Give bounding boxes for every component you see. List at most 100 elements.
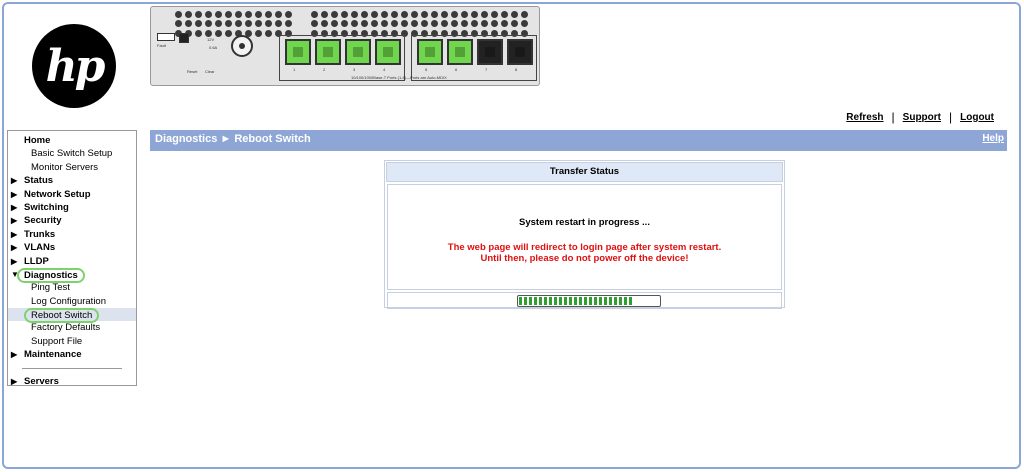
port-number-6: 6 [455, 67, 458, 72]
sidebar-item-servers[interactable]: ▶ Servers [8, 375, 136, 388]
vent-hole [265, 29, 272, 37]
help-link[interactable]: Help [982, 133, 1004, 144]
vent-hole [265, 20, 272, 28]
port-8 [507, 39, 533, 65]
vent-hole [195, 11, 202, 18]
sidebar-item-ping-test[interactable]: Ping Test [8, 281, 136, 294]
sidebar-item-support-file[interactable]: Support File [8, 335, 136, 348]
sidebar-divider [22, 367, 122, 369]
sidebar-item-factory-defaults[interactable]: Factory Defaults [8, 321, 136, 334]
port-1 [285, 39, 311, 65]
vent-hole [431, 11, 438, 18]
progress-segment [529, 297, 532, 305]
vent-hole [371, 20, 378, 28]
sidebar-item-basic-switch-setup[interactable]: Basic Switch Setup [8, 147, 136, 160]
vent-hole [501, 20, 508, 28]
vent-hole [275, 11, 282, 18]
sidebar-item-label: LLDP [24, 255, 49, 267]
sidebar-item-security[interactable]: ▶ Security [8, 214, 136, 227]
sidebar-item-home[interactable]: Home [8, 134, 136, 147]
vent-hole [411, 11, 418, 18]
vent-hole [205, 29, 212, 37]
vent-hole [441, 11, 448, 18]
caret-right-icon: ▶ [11, 350, 18, 360]
vent-hole [451, 20, 458, 28]
progress-segment [564, 297, 567, 305]
vent-hole [381, 20, 388, 28]
progress-segment [584, 297, 587, 305]
vent-hole [351, 11, 358, 18]
port-number-3: 3 [353, 67, 356, 72]
vent-hole [205, 20, 212, 28]
vent-hole [421, 20, 428, 28]
sidebar-item-label: Servers [24, 375, 59, 387]
sidebar-item-log-configuration[interactable]: Log Configuration [8, 295, 136, 308]
sidebar-item-label: Monitor Servers [31, 161, 99, 173]
port-4 [375, 39, 401, 65]
vent-hole [331, 20, 338, 28]
vent-hole [461, 11, 468, 18]
caret-right-icon: ▶ [11, 243, 18, 253]
port-note: 10/100/1000Base-T Ports (1-8)—Ports are … [351, 75, 447, 80]
sidebar-item-network-setup[interactable]: ▶ Network Setup [8, 188, 136, 201]
vent-hole [391, 11, 398, 18]
port-number-8: 8 [515, 67, 518, 72]
transfer-status-header: Transfer Status [386, 162, 783, 182]
progress-segment [574, 297, 577, 305]
vent-hole [511, 11, 518, 18]
vent-hole [361, 20, 368, 28]
port-7 [477, 39, 503, 65]
vent-hole [491, 11, 498, 18]
vent-hole [491, 20, 498, 28]
vent-hole [421, 11, 428, 18]
power-connector [231, 35, 253, 57]
caret-right-icon: ▶ [11, 189, 18, 199]
sidebar-item-diagnostics[interactable]: ▼ Diagnostics [8, 267, 136, 283]
sidebar-item-label: Log Configuration [31, 295, 106, 307]
sidebar-item-trunks[interactable]: ▶ Trunks [8, 228, 136, 241]
vent-hole [401, 11, 408, 18]
vent-hole [215, 20, 222, 28]
vent-hole [275, 20, 282, 28]
vent-hole [215, 11, 222, 18]
sidebar-item-label: Security [24, 215, 62, 227]
sidebar-item-switching[interactable]: ▶ Switching [8, 201, 136, 214]
vent-hole [225, 20, 232, 28]
progress-segment [589, 297, 592, 305]
vent-hole [285, 11, 292, 18]
progress-row [387, 292, 782, 309]
vent-hole [225, 29, 232, 37]
vent-hole [431, 20, 438, 28]
refresh-link[interactable]: Refresh [838, 112, 891, 123]
support-link[interactable]: Support [895, 112, 949, 123]
vent-holes-right [311, 11, 529, 37]
progress-segment [544, 297, 547, 305]
sidebar-item-status[interactable]: ▶ Status [8, 174, 136, 187]
logout-link[interactable]: Logout [952, 112, 1002, 123]
port-number-2: 2 [323, 67, 326, 72]
progress-segment [549, 297, 552, 305]
port-number-1: 1 [293, 67, 296, 72]
vent-hole [471, 11, 478, 18]
vent-hole [311, 20, 318, 28]
vent-hole [235, 20, 242, 28]
vent-hole [471, 20, 478, 28]
current-label: 0.6A [209, 45, 218, 50]
vent-hole [481, 20, 488, 28]
sidebar-item-maintenance[interactable]: ▶ Maintenance [8, 348, 136, 361]
sidebar-item-lldp[interactable]: ▶ LLDP [8, 255, 136, 268]
vent-hole [215, 29, 222, 37]
caret-right-icon: ▶ [11, 202, 18, 212]
vent-hole [521, 20, 528, 28]
sidebar-item-label: Trunks [24, 228, 56, 240]
sidebar-item-vlans[interactable]: ▶ VLANs [8, 241, 136, 254]
vent-hole [285, 20, 292, 28]
vent-hole [185, 11, 192, 18]
sidebar-item-monitor-servers[interactable]: Monitor Servers [8, 161, 136, 174]
vent-hole [501, 11, 508, 18]
port-6 [447, 39, 473, 65]
sidebar-item-reboot-switch[interactable]: Reboot Switch [8, 308, 136, 324]
vent-hole [441, 20, 448, 28]
vent-hole [205, 11, 212, 18]
vent-hole [401, 20, 408, 28]
